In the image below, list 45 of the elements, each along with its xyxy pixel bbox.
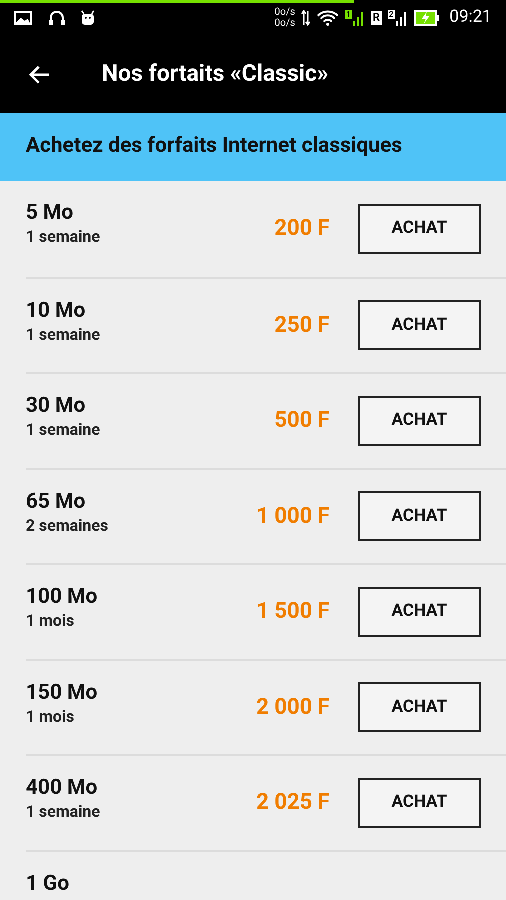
battery-icon xyxy=(414,10,440,26)
upload-speed: 0o/s xyxy=(274,7,296,18)
buy-button[interactable]: ACHAT xyxy=(358,204,481,254)
sim-number: 2 xyxy=(388,10,395,19)
clock: 09:21 xyxy=(450,6,492,30)
plan-price: 250 F xyxy=(274,312,330,340)
buy-button[interactable]: ACHAT xyxy=(358,778,481,828)
wifi-icon xyxy=(317,10,340,26)
plan-duration: 1 semaine xyxy=(26,801,100,823)
plan-volume: 1 Go xyxy=(26,870,70,896)
plan-volume: 150 Mo xyxy=(26,680,98,706)
signal-icon xyxy=(353,10,366,26)
headphones-icon xyxy=(48,10,66,26)
plan-volume: 400 Mo xyxy=(26,775,99,801)
plan-duration: 1 semaine xyxy=(26,419,100,441)
plan-duration: 1 semaine xyxy=(26,226,100,248)
buy-button[interactable]: ACHAT xyxy=(358,396,481,446)
plan-duration: 2 semaines xyxy=(26,514,108,536)
image-icon xyxy=(14,11,32,25)
plan-volume: 10 Mo xyxy=(26,298,87,324)
plan-price: 200 F xyxy=(274,215,330,244)
roaming-indicator: R xyxy=(371,11,382,25)
banner-text: Achetez des forfaits Internet classiques xyxy=(26,133,402,160)
buy-button[interactable]: ACHAT xyxy=(358,586,481,637)
plan-price: 2 000 F xyxy=(256,694,330,722)
plan-price: 1 000 F xyxy=(256,502,330,531)
plan-duration: 1 mois xyxy=(26,706,76,728)
signal-icon xyxy=(396,10,408,26)
buy-button[interactable]: ACHAT xyxy=(358,300,481,350)
buy-button[interactable]: ACHAT xyxy=(358,491,481,542)
plan-price: 2 025 F xyxy=(256,789,330,818)
sim-number: 1 xyxy=(345,10,352,19)
plan-volume: 5 Mo xyxy=(26,200,75,226)
download-speed: 0o/s xyxy=(274,18,296,29)
plan-price: 1 500 F xyxy=(256,598,330,626)
plan-volume: 65 Mo xyxy=(26,488,87,514)
android-icon xyxy=(80,10,96,26)
buy-button[interactable]: ACHAT xyxy=(358,682,481,732)
plan-duration: 1 semaine xyxy=(26,324,100,346)
data-arrows-icon xyxy=(301,10,312,26)
plan-volume: 30 Mo xyxy=(26,393,87,419)
plan-volume: 100 Mo xyxy=(26,584,98,610)
page-title: Nos fortaits «Classic» xyxy=(102,59,329,90)
plan-duration: 1 mois xyxy=(26,610,76,632)
plan-price: 500 F xyxy=(274,407,330,436)
